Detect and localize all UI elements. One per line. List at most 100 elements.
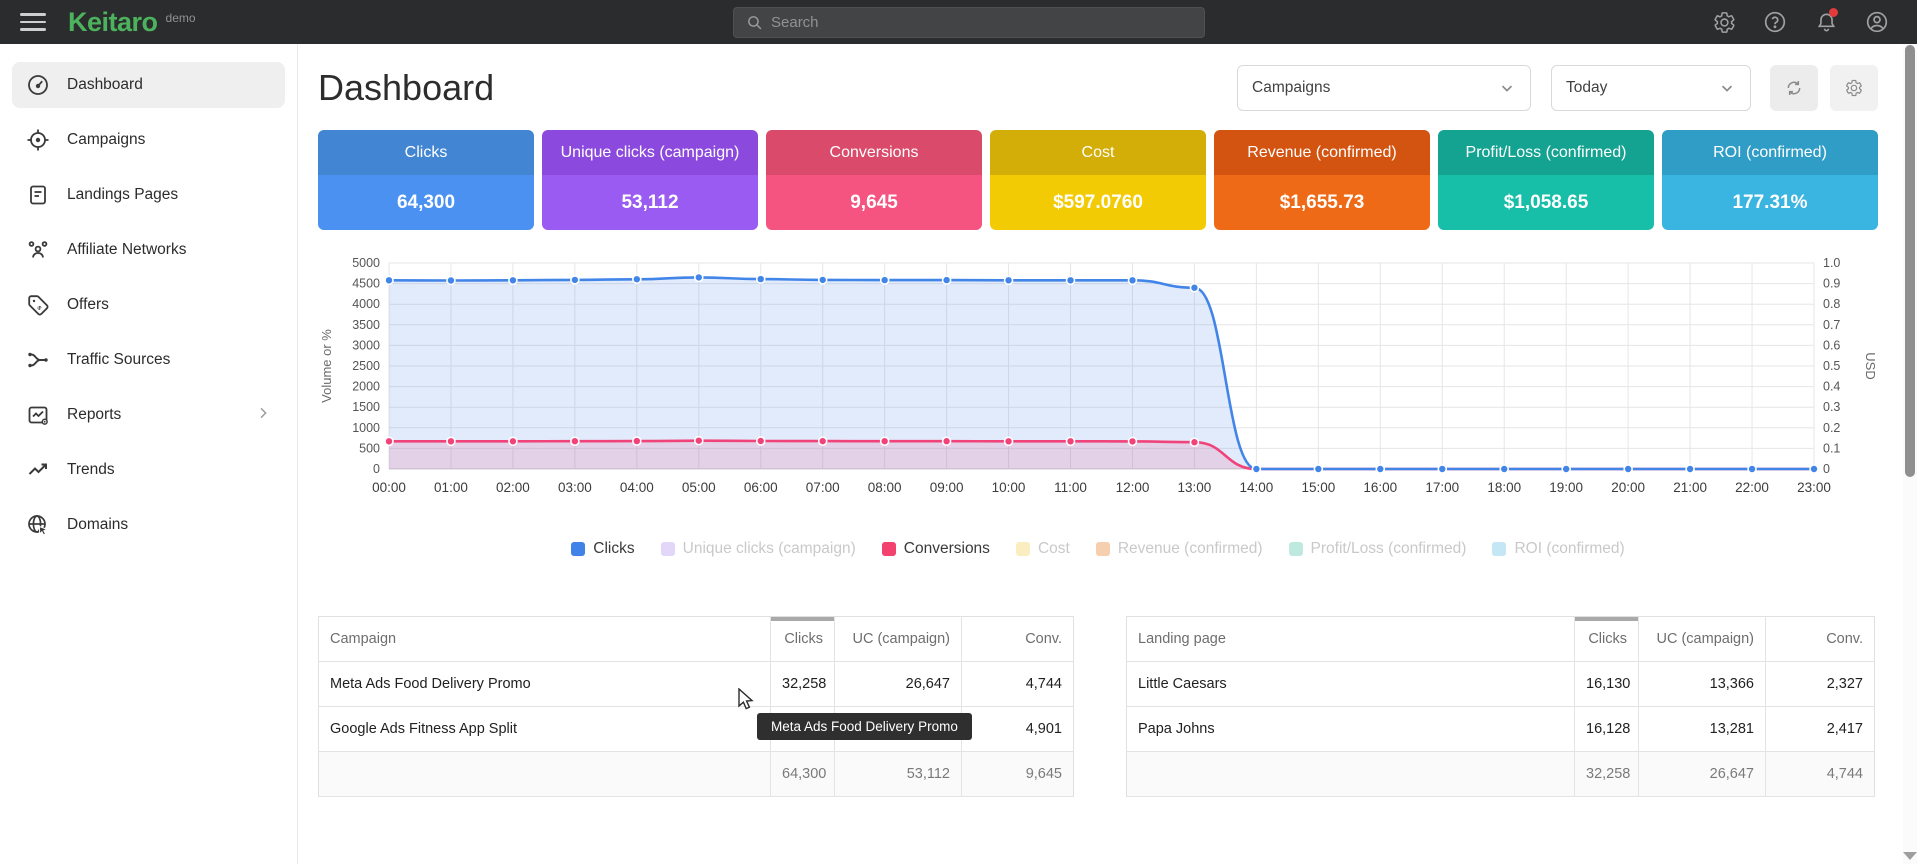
svg-text:0.7: 0.7: [1823, 318, 1840, 332]
column-header-uc-campaign[interactable]: UC (campaign): [1639, 617, 1766, 662]
legend-item-profit-loss-confirmed[interactable]: Profit/Loss (confirmed): [1289, 540, 1467, 558]
svg-text:2500: 2500: [352, 359, 380, 373]
column-header-landing-page[interactable]: Landing page: [1127, 617, 1575, 662]
legend-swatch: [1016, 542, 1030, 556]
traffic-sources-icon: [26, 348, 50, 372]
logo-demo-badge: demo: [166, 11, 196, 25]
row-name-cell[interactable]: Little Caesars: [1127, 662, 1575, 707]
campaigns-table: CampaignClicksUC (campaign)Conv. Meta Ads…: [318, 616, 1074, 797]
offers-icon: s: [26, 293, 50, 317]
svg-text:0: 0: [373, 462, 380, 476]
table-totals-row: 64,30053,1129,645: [319, 752, 1074, 797]
svg-text:0.5: 0.5: [1823, 359, 1840, 373]
stat-cards: Clicks64,300Unique clicks (campaign)53,1…: [318, 130, 1878, 230]
grouping-select[interactable]: Campaigns: [1237, 65, 1531, 111]
sidebar-item-traffic-sources[interactable]: Traffic Sources: [12, 337, 285, 383]
sidebar-item-label: Domains: [67, 516, 128, 534]
svg-text:19:00: 19:00: [1549, 480, 1583, 495]
row-value-cell: 32,258: [771, 662, 835, 707]
widget-settings-button[interactable]: [1830, 65, 1878, 111]
sidebar-item-dashboard[interactable]: Dashboard: [12, 62, 285, 108]
svg-text:2000: 2000: [352, 380, 380, 394]
stat-card-cost: Cost$597.0760: [990, 130, 1206, 230]
menu-toggle-icon[interactable]: [20, 13, 46, 31]
row-value-cell: 4,744: [962, 662, 1074, 707]
landings-table: Landing pageClicksUC (campaign)Conv. Litt…: [1126, 616, 1875, 797]
chevron-down-icon: [1718, 79, 1736, 97]
sidebar-item-domains[interactable]: Domains: [12, 502, 285, 548]
sidebar-item-trends[interactable]: Trends: [12, 447, 285, 493]
stat-card-label: Unique clicks (campaign): [542, 130, 758, 175]
app-logo[interactable]: Keitaro: [68, 7, 158, 38]
svg-text:USD: USD: [1863, 352, 1878, 379]
svg-text:18:00: 18:00: [1487, 480, 1521, 495]
domains-icon: [26, 513, 50, 537]
stat-card-label: ROI (confirmed): [1662, 130, 1878, 175]
svg-text:00:00: 00:00: [372, 480, 406, 495]
page-title: Dashboard: [318, 67, 494, 109]
row-name-cell[interactable]: Meta Ads Food Delivery Promo: [319, 662, 771, 707]
column-header-clicks[interactable]: Clicks: [771, 617, 835, 662]
sidebar-item-label: Affiliate Networks: [67, 241, 186, 259]
totals-value-cell: 53,112: [835, 752, 962, 797]
column-header-conv[interactable]: Conv.: [962, 617, 1074, 662]
row-name-cell[interactable]: Papa Johns: [1127, 707, 1575, 752]
column-header-uc-campaign[interactable]: UC (campaign): [835, 617, 962, 662]
legend-label: Profit/Loss (confirmed): [1311, 540, 1467, 558]
page-scrollbar[interactable]: [1903, 44, 1917, 864]
svg-text:0.2: 0.2: [1823, 421, 1840, 435]
totals-value-cell: 26,647: [1639, 752, 1766, 797]
help-icon[interactable]: [1763, 10, 1787, 34]
scroll-down-icon[interactable]: [1903, 852, 1917, 860]
svg-text:500: 500: [359, 441, 380, 455]
stat-card-clicks: Clicks64,300: [318, 130, 534, 230]
account-icon[interactable]: [1865, 10, 1889, 34]
row-value-cell: 13,281: [1639, 707, 1766, 752]
sidebar-item-landings-pages[interactable]: Landings Pages: [12, 172, 285, 218]
sidebar-item-label: Dashboard: [67, 76, 143, 94]
sidebar-item-offers[interactable]: sOffers: [12, 282, 285, 328]
row-name-cell[interactable]: Google Ads Fitness App Split: [319, 707, 771, 752]
stat-card-value: 9,645: [766, 175, 982, 230]
gear-icon[interactable]: [1712, 10, 1736, 34]
stat-card-unique-clicks-campaign: Unique clicks (campaign)53,112: [542, 130, 758, 230]
totals-value-cell: 64,300: [771, 752, 835, 797]
totals-value-cell: 4,744: [1766, 752, 1875, 797]
notifications-icon[interactable]: [1814, 10, 1838, 34]
dashboard-controls: Campaigns Today: [1237, 65, 1878, 111]
legend-item-roi-confirmed[interactable]: ROI (confirmed): [1492, 540, 1624, 558]
svg-text:15:00: 15:00: [1301, 480, 1335, 495]
svg-text:1500: 1500: [352, 400, 380, 414]
search-input[interactable]: [771, 14, 1204, 31]
svg-text:10:00: 10:00: [992, 480, 1026, 495]
legend-item-cost[interactable]: Cost: [1016, 540, 1070, 558]
sidebar-nav: Dashboard Campaigns Landings Pages Affiliat…: [0, 44, 298, 864]
row-value-cell: 16,128: [1575, 707, 1639, 752]
column-header-clicks[interactable]: Clicks: [1575, 617, 1639, 662]
column-header-campaign[interactable]: Campaign: [319, 617, 771, 662]
sidebar-item-label: Landings Pages: [67, 186, 178, 204]
legend-swatch: [1289, 542, 1303, 556]
svg-text:5000: 5000: [352, 257, 380, 270]
svg-text:06:00: 06:00: [744, 480, 778, 495]
legend-item-clicks[interactable]: Clicks: [571, 540, 634, 558]
svg-text:3000: 3000: [352, 338, 380, 352]
chevron-right-icon: [255, 405, 271, 426]
legend-item-unique-clicks-campaign[interactable]: Unique clicks (campaign): [661, 540, 856, 558]
sidebar-item-reports[interactable]: Reports: [12, 392, 285, 438]
column-header-conv[interactable]: Conv.: [1766, 617, 1875, 662]
sidebar-item-label: Traffic Sources: [67, 351, 170, 369]
sidebar-item-affiliate-networks[interactable]: Affiliate Networks: [12, 227, 285, 273]
sort-indicator: [771, 617, 834, 621]
svg-text:02:00: 02:00: [496, 480, 530, 495]
sidebar-item-campaigns[interactable]: Campaigns: [12, 117, 285, 163]
date-range-select[interactable]: Today: [1551, 65, 1751, 111]
svg-text:01:00: 01:00: [434, 480, 468, 495]
legend-item-conversions[interactable]: Conversions: [882, 540, 990, 558]
scrollbar-thumb[interactable]: [1905, 45, 1915, 477]
svg-text:0.8: 0.8: [1823, 297, 1840, 311]
refresh-button[interactable]: [1770, 65, 1818, 111]
legend-item-revenue-confirmed[interactable]: Revenue (confirmed): [1096, 540, 1263, 558]
trends-icon: [26, 458, 50, 482]
svg-text:4000: 4000: [352, 297, 380, 311]
